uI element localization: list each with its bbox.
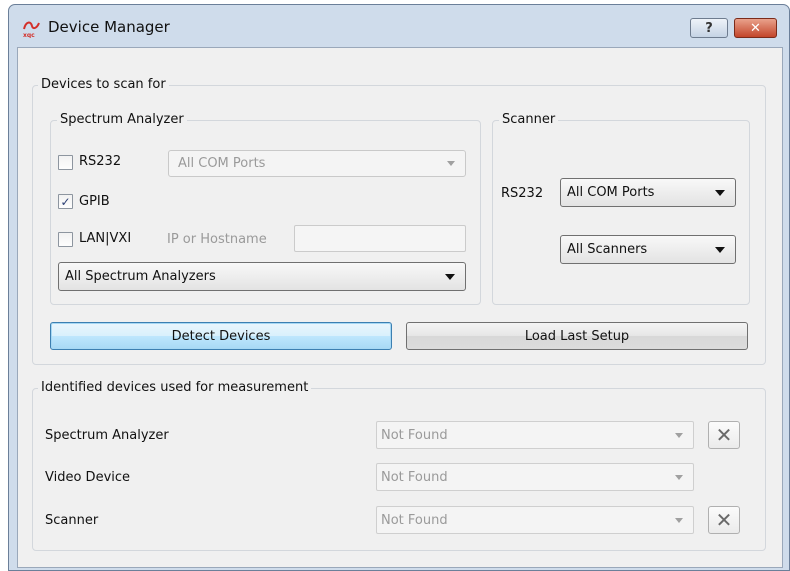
lan-vxi-checkbox[interactable] xyxy=(58,232,73,247)
close-button[interactable]: ✕ xyxy=(734,18,777,38)
identified-row-label: Scanner xyxy=(45,513,99,528)
identified-scanner-value: Not Found xyxy=(381,513,448,528)
identified-row-label: Spectrum Analyzer xyxy=(45,428,169,443)
window-title: Device Manager xyxy=(48,18,170,36)
spectrum-analyzer-group: Spectrum Analyzer RS232 All COM Ports ✓ … xyxy=(50,112,481,305)
devices-to-scan-group: Devices to scan for Spectrum Analyzer RS… xyxy=(32,77,766,365)
identified-spectrum-analyzer-value: Not Found xyxy=(381,428,448,443)
device-manager-window: xqc Device Manager ? ✕ Devices to scan f… xyxy=(8,4,790,571)
scanner-com-port-select[interactable]: All COM Ports xyxy=(560,178,736,207)
chevron-down-icon xyxy=(715,190,725,196)
identified-spectrum-analyzer-select[interactable]: Not Found xyxy=(376,421,694,449)
dialog-client-area: Devices to scan for Spectrum Analyzer RS… xyxy=(17,47,783,568)
gpib-label: GPIB xyxy=(79,194,110,209)
close-icon: ✕ xyxy=(715,423,733,447)
chevron-down-icon xyxy=(447,161,455,166)
devices-to-scan-title: Devices to scan for xyxy=(38,77,169,92)
ip-hostname-label: IP or Hostname xyxy=(167,232,267,247)
rs232-label: RS232 xyxy=(79,154,122,169)
chevron-down-icon xyxy=(675,433,683,438)
identified-video-device-value: Not Found xyxy=(381,470,448,485)
xqc-logo-icon: xqc xyxy=(23,21,40,38)
identified-devices-title: Identified devices used for measurement xyxy=(38,380,312,395)
detect-devices-button[interactable]: Detect Devices xyxy=(50,322,392,350)
scanner-group: Scanner RS232 All COM Ports All Scanners xyxy=(492,112,750,305)
identified-video-device-select[interactable]: Not Found xyxy=(376,463,694,491)
spectrum-analyzer-title: Spectrum Analyzer xyxy=(57,112,187,127)
lan-vxi-label: LAN|VXI xyxy=(79,231,132,246)
scanner-rs232-label: RS232 xyxy=(501,186,544,201)
identified-devices-group: Identified devices used for measurement … xyxy=(32,380,766,551)
svg-text:xqc: xqc xyxy=(23,32,35,38)
identified-scanner-select[interactable]: Not Found xyxy=(376,506,694,534)
ip-hostname-input[interactable] xyxy=(294,225,466,252)
scanner-type-value: All Scanners xyxy=(567,242,648,257)
clear-spectrum-analyzer-button[interactable]: ✕ xyxy=(708,421,740,449)
scanner-com-port-value: All COM Ports xyxy=(567,185,655,200)
chevron-down-icon xyxy=(715,247,725,253)
load-last-setup-button[interactable]: Load Last Setup xyxy=(406,322,748,350)
chevron-down-icon xyxy=(675,475,683,480)
spectrum-com-port-select[interactable]: All COM Ports xyxy=(168,150,466,177)
identified-row-label: Video Device xyxy=(45,470,131,485)
scanner-title: Scanner xyxy=(499,112,559,127)
spectrum-com-port-value: All COM Ports xyxy=(178,156,266,171)
spectrum-analyzer-type-select[interactable]: All Spectrum Analyzers xyxy=(58,262,466,291)
clear-scanner-button[interactable]: ✕ xyxy=(708,506,740,534)
scanner-type-select[interactable]: All Scanners xyxy=(560,235,736,264)
help-button[interactable]: ? xyxy=(690,18,728,38)
rs232-checkbox[interactable] xyxy=(58,155,73,170)
gpib-checkbox[interactable]: ✓ xyxy=(58,194,73,209)
spectrum-analyzer-type-value: All Spectrum Analyzers xyxy=(65,269,216,284)
chevron-down-icon xyxy=(675,518,683,523)
title-bar[interactable]: xqc Device Manager ? ✕ xyxy=(9,5,789,47)
chevron-down-icon xyxy=(445,274,455,280)
close-icon: ✕ xyxy=(715,508,733,532)
